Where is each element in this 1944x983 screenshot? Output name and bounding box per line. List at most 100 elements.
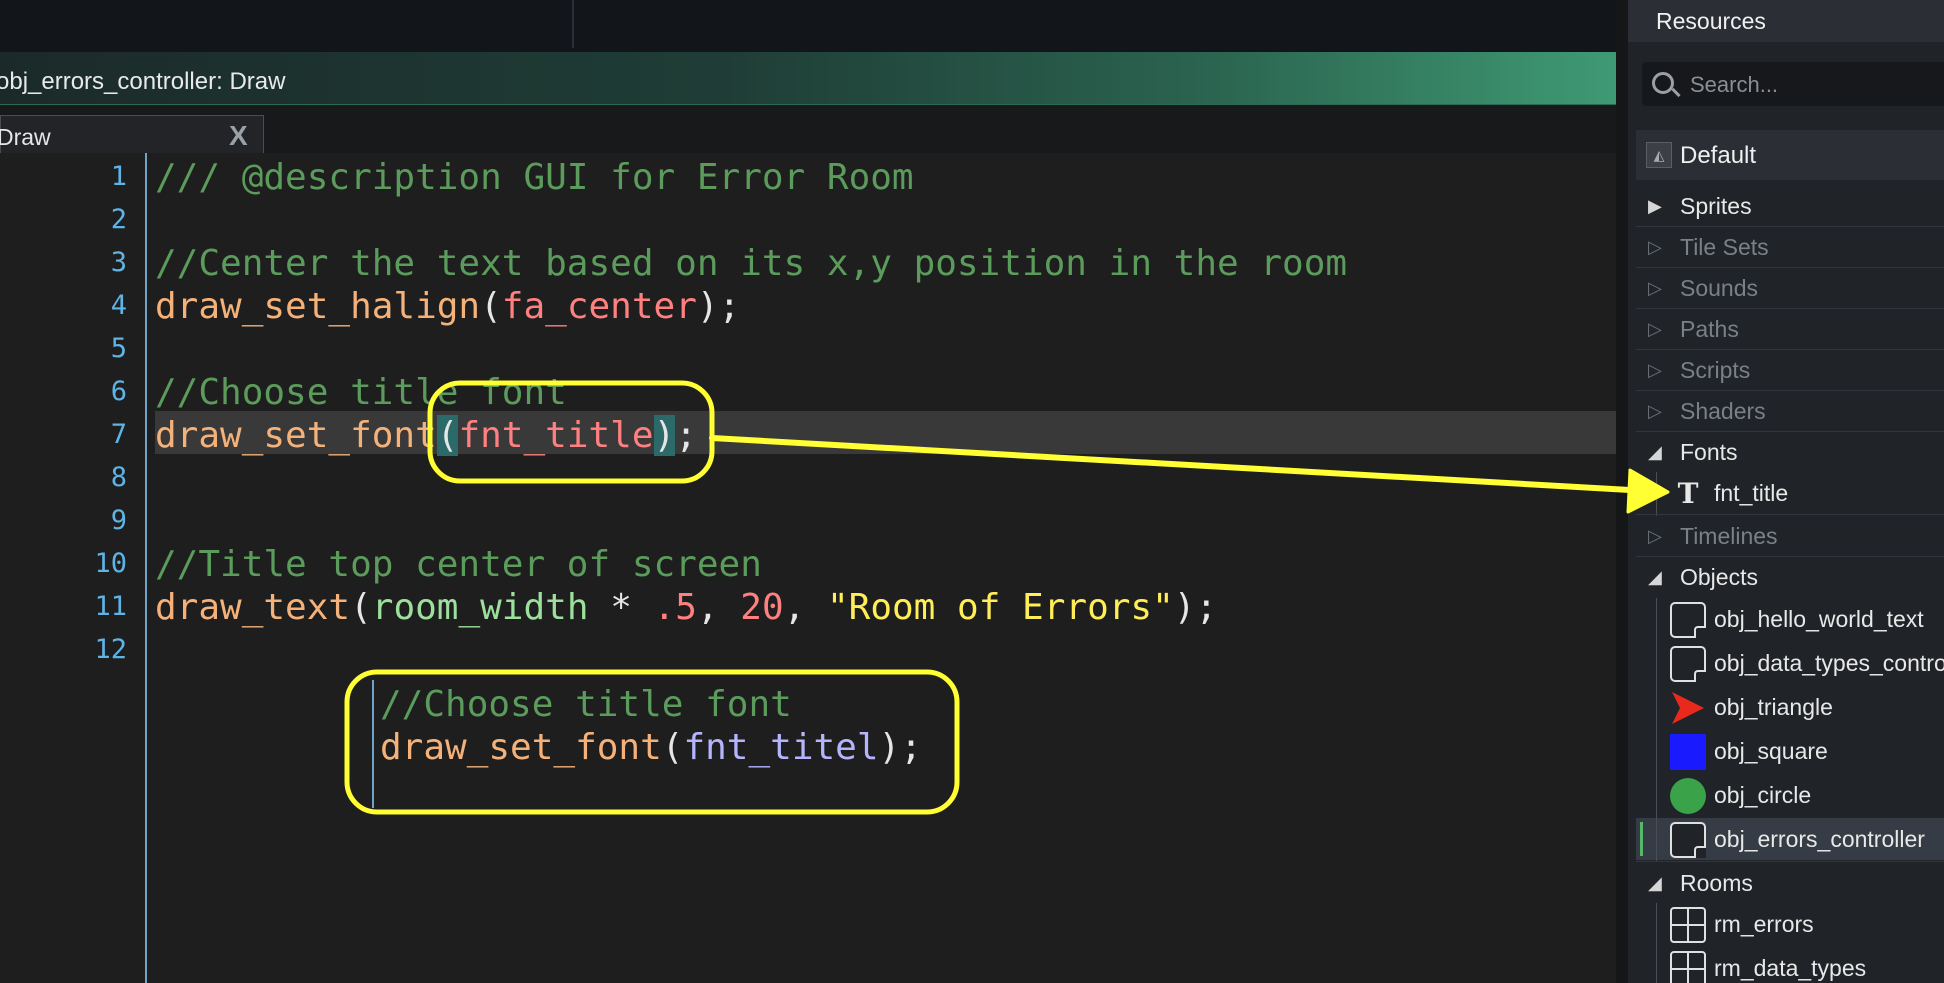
line-number: 9 [110, 505, 127, 536]
misspelled-argument: fnt_titel [683, 727, 879, 768]
resource-object-item[interactable]: obj_circle [1636, 774, 1944, 818]
square-sprite-icon [1670, 734, 1706, 770]
object-name: obj_square [1714, 738, 1828, 764]
function-name: draw_set_font [380, 727, 662, 768]
preset-select[interactable]: ◭ Default [1636, 130, 1944, 180]
search-icon [1652, 72, 1674, 94]
resource-room-item[interactable]: rm_errors [1636, 903, 1944, 947]
group-shaders[interactable]: ▷ Shaders [1636, 391, 1944, 431]
code-line-1[interactable]: /// @description GUI for Error Room [155, 157, 914, 198]
object-icon [1670, 646, 1706, 682]
object-icon [1670, 602, 1706, 638]
resource-room-item[interactable]: rm_data_types [1636, 947, 1944, 983]
expand-arrow-icon: ▷ [1648, 237, 1662, 257]
builtin-variable: room_width [371, 587, 589, 628]
line-number: 3 [110, 247, 127, 278]
group-rooms[interactable]: ◢ Rooms [1636, 863, 1944, 903]
line-number: 8 [110, 462, 127, 493]
tab-draw[interactable]: Draw X [0, 115, 264, 154]
font-argument: fnt_title [458, 415, 654, 456]
close-icon[interactable]: X [229, 120, 248, 152]
group-fonts[interactable]: ◢ Fonts [1636, 432, 1944, 472]
resources-title: Resources [1656, 8, 1766, 34]
group-sprites[interactable]: ▶ Sprites [1636, 186, 1944, 226]
preset-label: Default [1680, 142, 1757, 169]
collapse-arrow-icon: ◢ [1648, 442, 1662, 462]
object-name: obj_data_types_controller [1714, 650, 1944, 676]
line-number: 5 [110, 333, 127, 364]
function-name: draw_set_font [155, 415, 437, 456]
number: 20 [740, 587, 784, 628]
collapse-arrow-icon: ◢ [1648, 567, 1662, 587]
room-icon [1670, 907, 1706, 943]
comment: //Choose title font [155, 372, 567, 413]
bracket-highlight: ( [436, 415, 459, 456]
resource-object-item[interactable]: obj_hello_world_text [1636, 598, 1944, 642]
line-number-gutter: 1 2 3 4 5 6 7 8 9 10 11 12 [0, 153, 147, 983]
code-line-6[interactable]: //Choose title font [155, 372, 567, 413]
expand-arrow-icon: ▷ [1648, 319, 1662, 339]
line-number: 10 [94, 548, 127, 579]
resource-object-item[interactable]: obj_data_types_controller [1636, 642, 1944, 686]
code-line-11[interactable]: draw_text(room_width * .5, 20, "Room of … [155, 587, 1217, 628]
object-name: obj_triangle [1714, 694, 1833, 720]
line-number: 11 [94, 591, 127, 622]
search-input[interactable]: Search... [1642, 62, 1944, 106]
snippet-line-comment: //Choose title font [380, 684, 792, 725]
group-sounds[interactable]: ▷ Sounds [1636, 268, 1944, 308]
object-name: obj_circle [1714, 782, 1812, 808]
snippet-line-code: draw_set_font(fnt_titel); [380, 727, 922, 768]
resource-object-item[interactable]: obj_triangle [1636, 686, 1944, 730]
number: .5 [653, 587, 697, 628]
comment: /// @description GUI for Error Room [155, 157, 914, 198]
bracket-highlight: ) [653, 415, 676, 456]
string: "Room of Errors" [826, 587, 1174, 628]
snippet-bar [372, 680, 374, 808]
comment: //Choose title font [380, 684, 792, 725]
resources-header: Resources [1628, 0, 1944, 42]
code-line-3[interactable]: //Center the text based on its x,y posit… [155, 243, 1347, 284]
group-timelines[interactable]: ▷ Timelines [1636, 516, 1944, 556]
selection-marker [1640, 822, 1643, 856]
editor-title: obj_errors_controller: Draw [0, 68, 286, 95]
expand-arrow-icon: ▷ [1648, 360, 1662, 380]
group-tile-sets[interactable]: ▷ Tile Sets [1636, 227, 1944, 267]
line-number: 4 [110, 290, 127, 321]
function-name: draw_text [155, 587, 351, 628]
line-number: 1 [110, 161, 127, 192]
triangle-sprite-icon [1672, 692, 1704, 724]
code-line-10[interactable]: //Title top center of screen [155, 544, 762, 585]
search-placeholder: Search... [1690, 72, 1779, 97]
group-objects[interactable]: ◢ Objects [1636, 557, 1944, 597]
tab-draw-label: Draw [0, 124, 51, 150]
typo-snippet-callout: //Choose title font draw_set_font(fnt_ti… [362, 680, 932, 808]
expand-arrow-icon: ▷ [1648, 526, 1662, 546]
preset-icon: ◭ [1646, 142, 1672, 168]
resource-object-item[interactable]: obj_square [1636, 730, 1944, 774]
code-line-7[interactable]: draw_set_font(fnt_title); [155, 415, 697, 456]
editor-tab-row: Draw X [0, 105, 1616, 154]
font-icon: T [1677, 477, 1699, 510]
code-editor[interactable]: /// @description GUI for Error Room //Ce… [147, 153, 1616, 983]
resource-font-item[interactable]: T fnt_title [1636, 472, 1944, 516]
expand-arrow-icon: ▷ [1648, 401, 1662, 421]
line-number: 6 [110, 376, 127, 407]
group-paths[interactable]: ▷ Paths [1636, 309, 1944, 349]
code-line-4[interactable]: draw_set_halign(fa_center); [155, 286, 740, 327]
room-name: rm_data_types [1714, 955, 1867, 981]
resource-object-item-selected[interactable]: obj_errors_controller [1636, 818, 1944, 862]
room-icon [1670, 951, 1706, 983]
object-name: obj_errors_controller [1714, 826, 1925, 852]
expand-arrow-icon: ▷ [1648, 278, 1662, 298]
comment: //Title top center of screen [155, 544, 762, 585]
constant: fa_center [501, 286, 697, 327]
circle-sprite-icon [1670, 778, 1706, 814]
comment: //Center the text based on its x,y posit… [155, 243, 1348, 284]
editor-title-bar[interactable]: obj_errors_controller: Draw [0, 52, 1616, 105]
function-name: draw_set_halign [155, 286, 481, 327]
panel-splitter[interactable] [1616, 0, 1628, 983]
group-scripts[interactable]: ▷ Scripts [1636, 350, 1944, 390]
room-name: rm_errors [1714, 911, 1814, 937]
collapse-arrow-icon: ◢ [1648, 873, 1662, 893]
top-toolbar [0, 0, 1616, 52]
